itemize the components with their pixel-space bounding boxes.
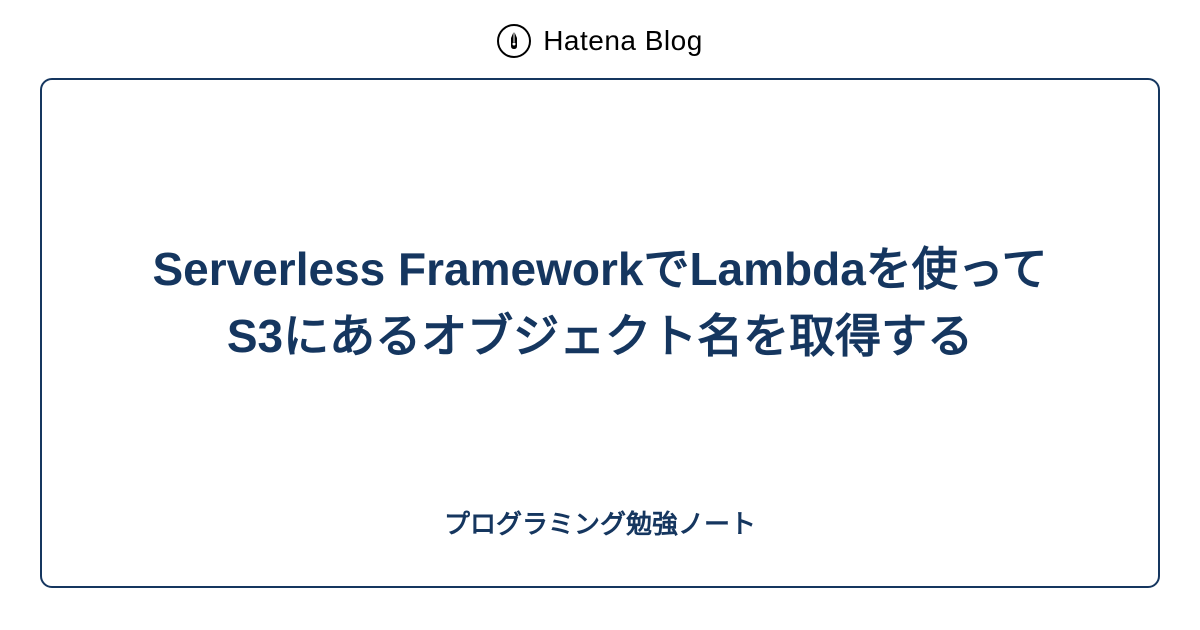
blog-name: プログラミング勉強ノート bbox=[444, 504, 756, 541]
brand-header: Hatena Blog bbox=[497, 0, 703, 78]
article-title: Serverless FrameworkでLambdaを使ってS3にあるオブジェ… bbox=[150, 236, 1050, 369]
article-card: Serverless FrameworkでLambdaを使ってS3にあるオブジェ… bbox=[40, 78, 1160, 588]
hatena-logo-icon bbox=[497, 24, 531, 58]
pen-nib-icon bbox=[506, 30, 522, 52]
brand-name: Hatena Blog bbox=[543, 25, 703, 57]
